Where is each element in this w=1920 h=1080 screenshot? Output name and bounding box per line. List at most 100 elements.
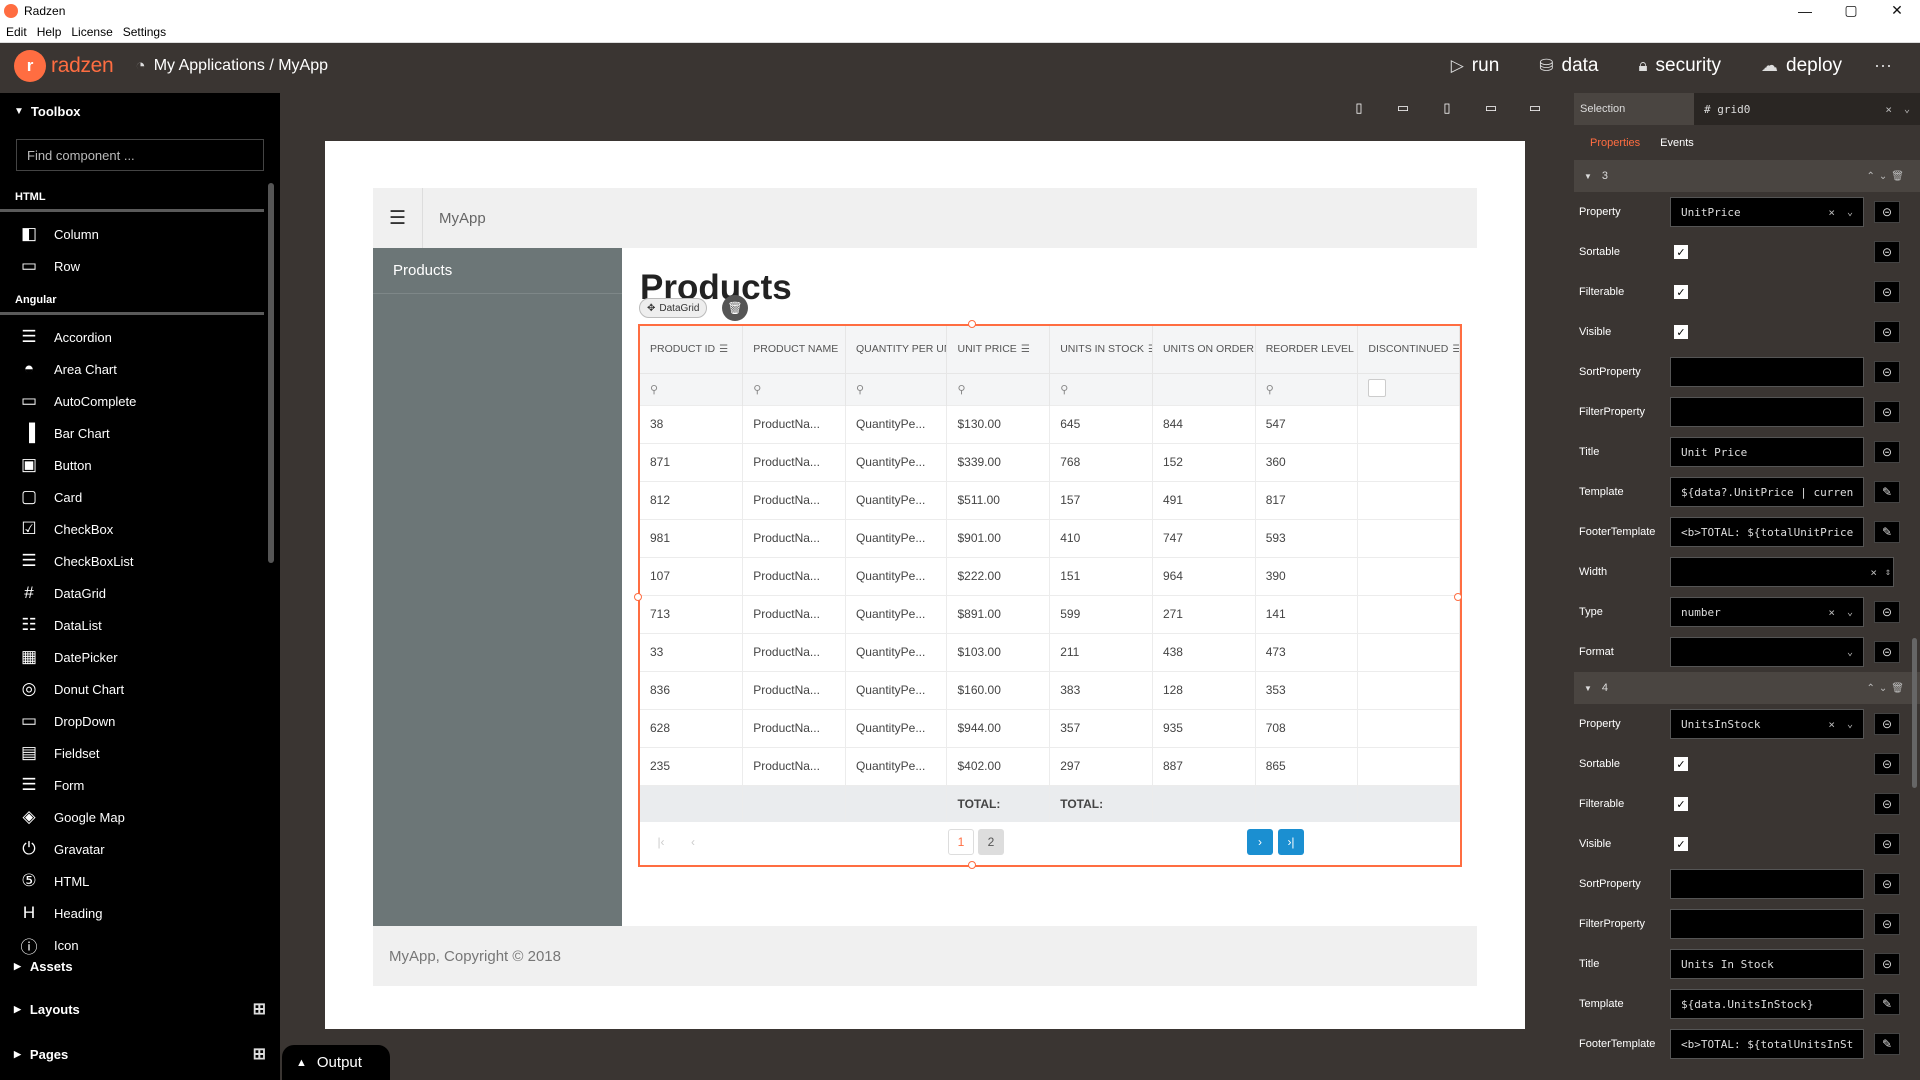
toolbox-item[interactable]: ◈ Google Map xyxy=(0,801,280,833)
toolbox-item[interactable]: H Heading xyxy=(0,897,280,929)
property-input[interactable]: ${data.UnitsInStock} xyxy=(1670,989,1864,1019)
column-header[interactable]: UNIT PRICE ☰ xyxy=(946,326,1051,373)
toolbox-item[interactable]: ▭ DropDown xyxy=(0,705,280,737)
resize-handle-left[interactable] xyxy=(634,593,642,601)
toolbox-item[interactable]: ☰ Form xyxy=(0,769,280,801)
data-binding-icon[interactable]: ⊝ xyxy=(1874,321,1900,343)
desktop-icon[interactable]: ▭ xyxy=(1516,95,1554,121)
resize-handle-right[interactable] xyxy=(1454,593,1462,601)
datagrid[interactable]: PRODUCT ID ☰ PRODUCT NAME QUANTITY PER UN UN… xyxy=(634,320,1462,869)
clear-icon[interactable]: × xyxy=(1828,606,1835,619)
toolbox-item[interactable]: ⏻ Gravatar xyxy=(0,833,280,865)
preview-sidebar[interactable]: Products xyxy=(373,248,622,926)
filter-cell[interactable]: ⚲ xyxy=(742,372,846,405)
edit-icon[interactable]: ✎ xyxy=(1874,1033,1900,1055)
phone-landscape-icon[interactable]: ▭ xyxy=(1384,95,1422,121)
toolbox-item[interactable]: ▦ DatePicker xyxy=(0,641,280,673)
sort-icon[interactable]: ☰ xyxy=(1148,344,1151,355)
edit-icon[interactable]: ✎ xyxy=(1874,521,1900,543)
data-binding-icon[interactable]: ⊝ xyxy=(1874,361,1900,383)
filter-cell[interactable]: ⚲ xyxy=(845,372,948,405)
table-row[interactable]: 812 ProductNa... QuantityPe... $511.00 157 49… xyxy=(640,480,1460,519)
sort-icon[interactable]: ☰ xyxy=(719,344,728,355)
toolbox-item[interactable]: ▭ AutoComplete xyxy=(0,385,280,417)
close-button[interactable]: ✕ xyxy=(1874,0,1920,21)
component-badge[interactable]: ✥ DataGrid xyxy=(639,298,708,318)
menu-license[interactable]: License xyxy=(71,25,112,39)
chevron-down-icon[interactable]: ⌄ xyxy=(1847,207,1853,218)
clear-icon[interactable]: × xyxy=(1828,206,1835,219)
toolbox-item[interactable]: # DataGrid xyxy=(0,577,280,609)
page-button-1[interactable]: 1 xyxy=(948,829,974,855)
chevron-down-icon[interactable]: ⌄ xyxy=(1847,647,1853,658)
toolbox-scrollbar[interactable] xyxy=(268,183,274,563)
column-header[interactable]: UNITS IN STOCK☰ xyxy=(1049,326,1153,373)
tablet-portrait-icon[interactable]: ▯ xyxy=(1428,95,1466,121)
column-header[interactable]: REORDER LEVEL☰ xyxy=(1255,326,1359,373)
radzen-logo[interactable]: r radzen xyxy=(14,49,114,82)
page-button-2[interactable]: 2 xyxy=(978,829,1004,855)
resize-handle-top[interactable] xyxy=(968,320,976,328)
toolbox-item[interactable]: ☑ CheckBox xyxy=(0,513,280,545)
toolbox-header[interactable]: ▼ Toolbox xyxy=(0,93,280,129)
table-row[interactable]: 871 ProductNa... QuantityPe... $339.00 768 15… xyxy=(640,442,1460,481)
add-layout-icon[interactable]: ⊞ xyxy=(253,999,266,1019)
property-checkbox[interactable]: ✓ xyxy=(1674,245,1688,259)
data-binding-icon[interactable]: ⊝ xyxy=(1874,641,1900,663)
toolbox-item[interactable]: ☷ DataList xyxy=(0,609,280,641)
property-input[interactable]: × ⇕ xyxy=(1670,557,1894,587)
data-binding-icon[interactable]: ⊝ xyxy=(1874,281,1900,303)
filter-cell[interactable]: ⚲ xyxy=(1255,372,1359,405)
chevron-down-icon[interactable]: ⌄ xyxy=(1847,607,1853,618)
table-row[interactable]: 235 ProductNa... QuantityPe... $402.00 297 88… xyxy=(640,746,1460,785)
toolbox-item[interactable]: ⑤ HTML xyxy=(0,865,280,897)
more-icon[interactable]: ··· xyxy=(1874,55,1892,76)
nav-deploy[interactable]: ☁ deploy xyxy=(1761,55,1842,77)
data-binding-icon[interactable]: ⊝ xyxy=(1874,241,1900,263)
filter-cell[interactable]: ⚲ xyxy=(946,372,1051,405)
property-select[interactable]: UnitsInStock × ⌄ xyxy=(1670,709,1864,739)
data-binding-icon[interactable]: ⊝ xyxy=(1874,713,1900,735)
property-checkbox[interactable]: ✓ xyxy=(1674,797,1688,811)
maximize-button[interactable]: ▢ xyxy=(1828,0,1874,21)
section-layouts[interactable]: ▶ Layouts ⊞ xyxy=(0,991,280,1027)
property-checkbox[interactable]: ✓ xyxy=(1674,285,1688,299)
edit-icon[interactable]: ✎ xyxy=(1874,481,1900,503)
tab-properties[interactable]: Properties xyxy=(1590,137,1640,149)
property-input[interactable] xyxy=(1670,869,1864,899)
property-input[interactable]: ${data?.UnitPrice | curren xyxy=(1670,477,1864,507)
group-controls-icon[interactable]: ⌃⌄🗑︎ xyxy=(1867,171,1908,182)
property-group-header[interactable]: ▼ 4 ⌃⌄🗑︎ xyxy=(1574,672,1920,704)
sort-icon[interactable]: ☰ xyxy=(1021,344,1030,355)
table-row[interactable]: 628 ProductNa... QuantityPe... $944.00 357 93… xyxy=(640,708,1460,747)
minimize-button[interactable]: — xyxy=(1782,0,1828,21)
column-header[interactable]: DISCONTINUED☰ xyxy=(1357,326,1460,373)
toolbox-item[interactable]: ☰ CheckBoxList xyxy=(0,545,280,577)
toolbox-item[interactable]: ◎ Donut Chart xyxy=(0,673,280,705)
property-select[interactable]: number × ⌄ xyxy=(1670,597,1864,627)
data-binding-icon[interactable]: ⊝ xyxy=(1874,833,1900,855)
filter-cell[interactable]: ⚲ xyxy=(640,372,744,405)
toolbox-item[interactable]: ◓ Area Chart xyxy=(0,353,280,385)
clear-icon[interactable]: × xyxy=(1885,103,1892,116)
section-pages[interactable]: ▶ Pages ⊞ xyxy=(0,1036,280,1072)
menu-help[interactable]: Help xyxy=(37,25,62,39)
next-page-icon[interactable]: › xyxy=(1247,829,1273,855)
tablet-landscape-icon[interactable]: ▭ xyxy=(1472,95,1510,121)
table-row[interactable]: 38 ProductNa... QuantityPe... $130.00 645 844… xyxy=(640,404,1460,443)
first-page-icon[interactable]: |‹ xyxy=(648,829,674,855)
column-header[interactable]: QUANTITY PER UN xyxy=(845,326,948,373)
tab-events[interactable]: Events xyxy=(1660,137,1694,149)
filter-cell[interactable]: ⚲ xyxy=(1049,372,1153,405)
filter-checkbox[interactable] xyxy=(1357,372,1460,405)
table-row[interactable]: 981 ProductNa... QuantityPe... $901.00 410 74… xyxy=(640,518,1460,557)
preview-sidebar-item-products[interactable]: Products xyxy=(373,248,622,294)
table-row[interactable]: 836 ProductNa... QuantityPe... $160.00 383 12… xyxy=(640,670,1460,709)
data-binding-icon[interactable]: ⊝ xyxy=(1874,201,1900,223)
preview-footer[interactable]: MyApp, Copyright © 2018 xyxy=(373,926,1477,986)
property-input[interactable]: <b>TOTAL: ${totalUnitPrice xyxy=(1670,517,1864,547)
nav-security[interactable]: 🔒︎ security xyxy=(1639,55,1722,77)
find-component-input[interactable]: Find component ... xyxy=(16,139,264,171)
phone-portrait-icon[interactable]: ▯ xyxy=(1340,95,1378,121)
property-input[interactable] xyxy=(1670,909,1864,939)
